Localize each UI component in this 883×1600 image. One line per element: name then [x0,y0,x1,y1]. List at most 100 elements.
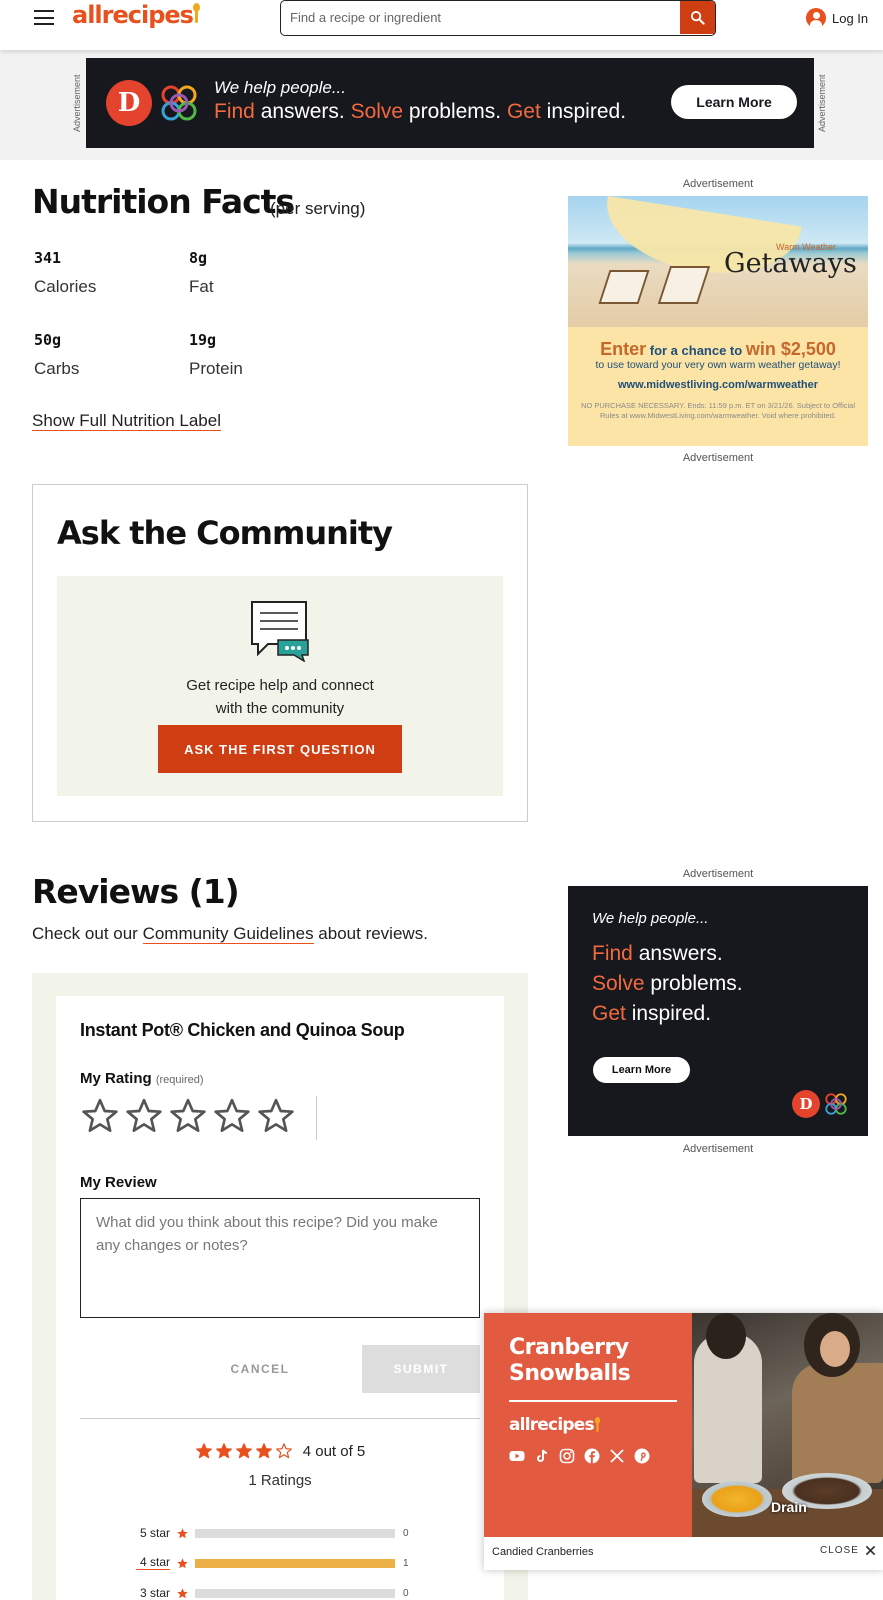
person-head [706,1313,746,1359]
ad-label: Advertisement [682,1143,754,1155]
beach-chair [657,266,711,304]
video-overlay-text: Drain [771,1499,807,1515]
show-full-nutrition-link[interactable]: Show Full Nutrition Label [32,411,221,431]
protein-value: 19g [189,331,217,349]
dark-ad[interactable]: We help people... Find answers. Solve pr… [568,886,868,1136]
facebook-icon[interactable] [584,1448,600,1464]
video-title-panel: Cranberry Snowballs allrecipes [484,1313,692,1537]
getaways-ad[interactable]: Warm Weather Getaways Enter for a chance… [568,196,868,446]
calories-label: Calories [34,277,97,296]
community-guidelines-link[interactable]: Community Guidelines [142,924,314,944]
ask-first-question-button[interactable]: ASK THE FIRST QUESTION [158,725,402,773]
meredith-knot-logo [825,1093,847,1115]
dark-ad-line: Get inspired. [592,1002,712,1025]
submit-button[interactable]: SUBMIT [362,1345,480,1393]
search-box [280,0,716,36]
ad-label: Advertisement [682,178,754,190]
average-stars [195,1442,293,1460]
pinterest-icon[interactable] [634,1448,650,1464]
my-review-label: My Review [80,1174,157,1191]
rating-bar [195,1528,395,1538]
instagram-icon[interactable] [559,1448,575,1464]
dark-ad-learn-more-button[interactable]: Learn More [593,1057,690,1083]
ad-label: Advertisement [682,452,754,464]
beach-photo: Warm Weather Getaways [568,196,868,327]
dark-ad-help-text: We help people... [592,910,709,927]
star-filled-icon [195,1443,212,1459]
rating-distribution-row[interactable]: 4 star 1 [136,1556,409,1570]
star-outline-icon[interactable] [124,1096,164,1136]
star-level-label[interactable]: 4 star [136,1556,170,1570]
learn-more-button[interactable]: Learn More [671,85,797,119]
close-video-button[interactable]: CLOSE [820,1545,876,1556]
search-icon [690,10,705,25]
youtube-icon[interactable] [509,1448,525,1464]
chat-bubble-icon [251,601,309,662]
menu-icon[interactable] [34,10,54,26]
star-filled-icon [215,1443,232,1459]
community-inner-panel: Get recipe help and connect with the comm… [57,576,503,796]
divider [509,1400,677,1402]
getaways-title: Getaways [724,248,857,279]
star-filled-icon [177,1527,188,1538]
getaways-subline: to use toward your very own warm weather… [595,359,841,371]
dotdash-d-logo: D [106,80,152,126]
calories-value: 341 [34,249,62,267]
getaways-url: www.midwestliving.com/warmweather [617,379,819,391]
ad-side-label-left: Advertisement [72,74,82,133]
spoon-icon [192,3,200,23]
review-textarea[interactable] [80,1198,480,1318]
star-level-label: 5 star [139,1526,170,1540]
star-outline-icon[interactable] [80,1096,120,1136]
average-rating-text: 4 out of 5 [302,1442,366,1460]
ask-community-card: Ask the Community Get recipe help and co… [32,484,528,822]
person-face [820,1331,850,1367]
video-frame: Drain [692,1313,883,1537]
dark-ad-line: Solve problems. [592,972,743,995]
average-rating: 4 out of 5 [56,1442,504,1460]
rating-distribution-row: 3 star 0 [136,1586,409,1600]
close-icon [865,1545,876,1556]
nutrition-title: Nutrition Facts [32,182,295,221]
ad-label: Advertisement [682,868,754,880]
getaways-enter-text: Enter for a chance to win $2,500 [600,339,836,359]
star-filled-icon [177,1557,188,1568]
login-link[interactable]: Log In [806,8,868,28]
rating-bar [195,1558,395,1568]
video-player[interactable]: Cranberry Snowballs allrecipes Drain Cand… [484,1313,883,1570]
site-logo[interactable]: allrecipes [72,1,200,29]
rating-count: 0 [403,1587,409,1599]
top-ad-banner[interactable]: D We help people... Find answers. Solve … [86,58,814,148]
social-links [509,1448,650,1464]
video-brand-logo: allrecipes [509,1415,601,1437]
search-input[interactable] [281,1,681,34]
ad-side-label-right: Advertisement [817,74,827,133]
x-icon[interactable] [609,1448,625,1464]
divider [80,1418,480,1419]
review-form-card: Instant Pot® Chicken and Quinoa Soup My … [56,996,504,1600]
star-filled-icon [255,1443,272,1459]
ad-tagline: Find answers. Solve problems. Get inspir… [214,100,627,123]
fat-value: 8g [189,249,208,267]
user-icon [806,8,826,28]
carbs-value: 50g [34,331,62,349]
search-button[interactable] [680,1,715,34]
rating-divider [316,1096,317,1140]
login-label: Log In [832,10,869,26]
dotdash-d-logo: D [792,1090,820,1118]
star-outline-icon [275,1443,292,1459]
dark-ad-line: Find answers. [592,942,723,965]
video-title: Cranberry Snowballs [509,1335,631,1386]
community-text: Get recipe help and connect with the comm… [186,677,374,717]
star-outline-icon[interactable] [168,1096,208,1136]
star-level-label: 3 star [139,1586,170,1600]
tiktok-icon[interactable] [534,1448,550,1464]
protein-label: Protein [189,359,243,378]
star-outline-icon[interactable] [256,1096,296,1136]
star-outline-icon[interactable] [212,1096,252,1136]
rating-count: 1 [403,1557,409,1569]
spoon-icon [594,1417,600,1432]
site-header: allrecipes Log In [0,0,883,50]
logo-text: allrecipes [72,1,194,29]
cancel-button[interactable]: CANCEL [212,1345,308,1393]
